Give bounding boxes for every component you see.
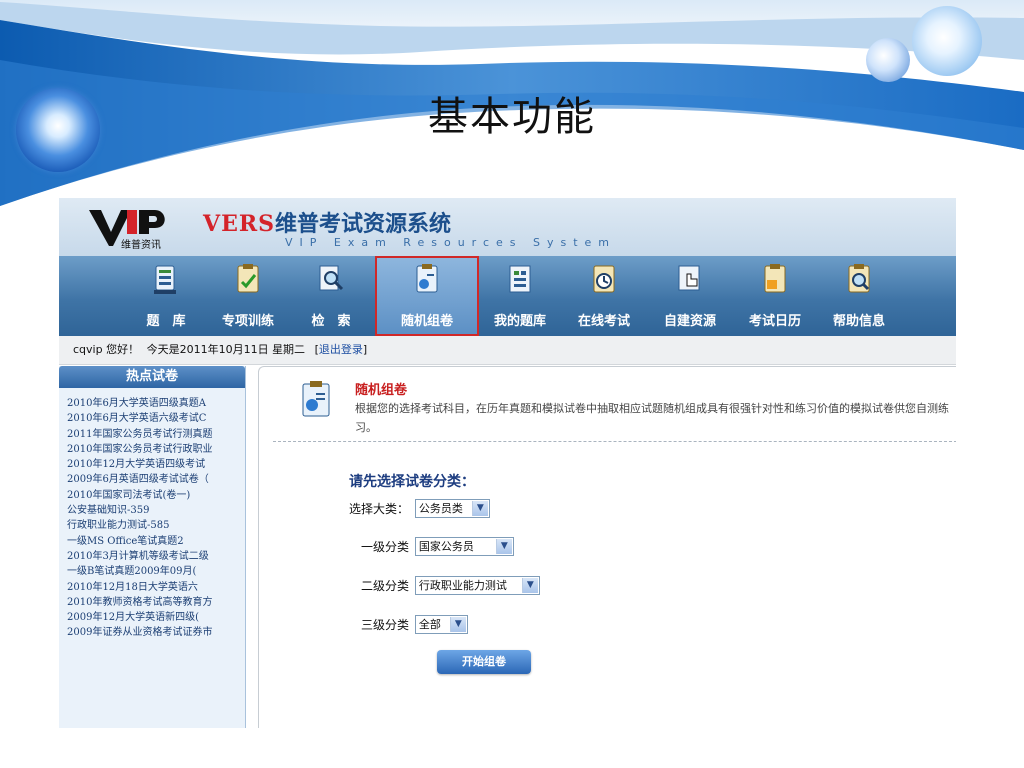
list-item[interactable]: 2010年6月大学英语六级考试C [67,411,245,426]
logout-bracket-close: ] [362,343,368,356]
date-text: 今天是2011年10月11日 星期二 [146,343,306,356]
list-item[interactable]: 2010年国家公务员考试行政职业 [67,442,245,457]
nav-item-custom-resources[interactable]: 自建资源 [647,256,733,336]
chevron-down-icon: ▼ [495,539,512,554]
nav-item-label: 专项训练 [221,314,274,329]
category-select-value: 公务员类 [418,502,463,515]
nav-item-label: 自建资源 [663,314,716,329]
list-item[interactable]: 2009年6月英语四级考试试卷（ [67,472,245,487]
divider [273,441,956,442]
nav-item-special-training[interactable]: 专项训练 [209,256,287,336]
decorative-bubble [866,38,910,82]
level3-row: 三级分类 全部 ▼ [361,615,468,634]
hot-papers-list: 2010年6月大学英语四级真题A 2010年6月大学英语六级考试C 2011年国… [59,388,245,641]
slide-title: 基本功能 [428,94,596,140]
random-paper-icon [302,381,330,417]
status-bar: cqvip 您好！ 今天是2011年10月11日 星期二 [退出登录] [59,336,956,365]
clipboard-check-icon [237,264,259,293]
nav-item-label: 检 索 [311,314,351,329]
level2-select[interactable]: 行政职业能力测试 ▼ [414,576,540,595]
sidebar-title: 热点试卷 [59,366,245,388]
main-nav: 题 库 专项训练 检 索 随机组卷 我的题库 在线考试 自建资源 考试日历 帮助… [59,256,956,336]
nav-item-label: 题 库 [146,314,186,329]
list-item[interactable]: 2010年3月计算机等级考试二级 [67,549,245,564]
list-item[interactable]: 公安基础知识-359 [67,503,245,518]
clock-icon [593,265,615,293]
level2-select-value: 行政职业能力测试 [418,579,507,592]
logout-bracket-open: [ [314,343,319,356]
list-item[interactable]: 2010年12月大学英语四级考试 [67,457,245,472]
start-button[interactable]: 开始组卷 [437,650,531,674]
list-item[interactable]: 2010年6月大学英语四级真题A [67,396,245,411]
system-subtitle: VIP Exam Resources System [285,236,617,249]
list-item[interactable]: 2011年国家公务员考试行测真题 [67,427,245,442]
app-window: 维普资讯 VERS维普考试资源系统 VIP Exam Resources Sys… [59,198,956,728]
nav-item-label: 我的题库 [493,314,546,329]
level2-row: 二级分类 行政职业能力测试 ▼ [361,576,540,595]
list-item[interactable]: 一级B笔试真题2009年09月( [67,564,245,579]
system-title-cn: 维普考试资源系统 [275,211,452,237]
chevron-down-icon: ▼ [449,617,466,632]
nav-item-label: 在线考试 [577,314,630,329]
list-item[interactable]: 行政职业能力测试-585 [67,518,245,533]
help-icon [848,264,870,293]
list-item[interactable]: 2010年12月18日大学英语六 [67,580,245,595]
level1-row: 一级分类 国家公务员 ▼ [361,537,514,556]
nav-item-label: 随机组卷 [400,314,453,329]
level2-label: 二级分类 [361,579,410,593]
level1-select[interactable]: 国家公务员 ▼ [414,537,514,556]
slide-header: 基本功能 [0,0,1024,210]
system-title: VERS维普考试资源系统 [203,206,451,238]
chevron-down-icon: ▼ [521,578,538,593]
category-label: 选择大类： [349,502,410,516]
random-paper-icon [416,264,438,293]
nav-item-my-bank[interactable]: 我的题库 [479,256,561,336]
category-select[interactable]: 公务员类 ▼ [414,499,490,518]
nav-item-help[interactable]: 帮助信息 [817,256,901,336]
hot-papers-sidebar: 热点试卷 2010年6月大学英语四级真题A 2010年6月大学英语六级考试C 2… [59,366,246,728]
category-row: 选择大类： 公务员类 ▼ [349,499,490,518]
logout-link[interactable]: 退出登录 [319,336,363,364]
intro-description: 根据您的选择考试科目，在历年真题和模拟试卷中抽取相应试题随机组成具有很强针对性和… [355,402,949,434]
level3-select[interactable]: 全部 ▼ [414,615,468,634]
main-panel: 随机组卷 根据您的选择考试科目，在历年真题和模拟试卷中抽取相应试题随机组成具有很… [258,366,956,728]
list-item[interactable]: 2010年国家司法考试(卷一) [67,488,245,503]
decorative-bubble [912,6,982,76]
app-header: 维普资讯 VERS维普考试资源系统 VIP Exam Resources Sys… [59,198,956,256]
system-title-en: VERS [203,211,276,237]
level1-label: 一级分类 [361,540,410,554]
search-document-icon [319,265,344,291]
level3-label: 三级分类 [361,618,410,632]
list-item[interactable]: 2009年12月大学英语新四级( [67,610,245,625]
database-icon [154,265,176,294]
my-database-icon [509,265,531,293]
greeting-text: cqvip 您好！ [73,343,140,356]
nav-item-label: 帮助信息 [832,314,885,329]
calendar-icon [764,264,786,293]
list-item[interactable]: 一级MS Office笔试真题2 [67,534,245,549]
nav-item-label: 考试日历 [748,314,801,329]
logo-subtitle: 维普资讯 [121,240,161,251]
nav-item-exam-calendar[interactable]: 考试日历 [733,256,817,336]
intro-title: 随机组卷 [355,383,408,398]
chevron-down-icon: ▼ [471,501,488,516]
level1-select-value: 国家公务员 [418,540,474,553]
nav-item-question-bank[interactable]: 题 库 [123,256,209,336]
hand-pointer-icon [678,265,700,291]
list-item[interactable]: 2010年教师资格考试高等教育方 [67,595,245,610]
form-heading: 请先选择试卷分类： [349,474,475,490]
list-item[interactable]: 2009年证券从业资格考试证券市 [67,625,245,640]
nav-item-random-paper[interactable]: 随机组卷 [375,256,479,336]
nav-item-online-exam[interactable]: 在线考试 [561,256,647,336]
nav-item-search[interactable]: 检 索 [287,256,375,336]
level3-select-value: 全部 [418,618,441,631]
